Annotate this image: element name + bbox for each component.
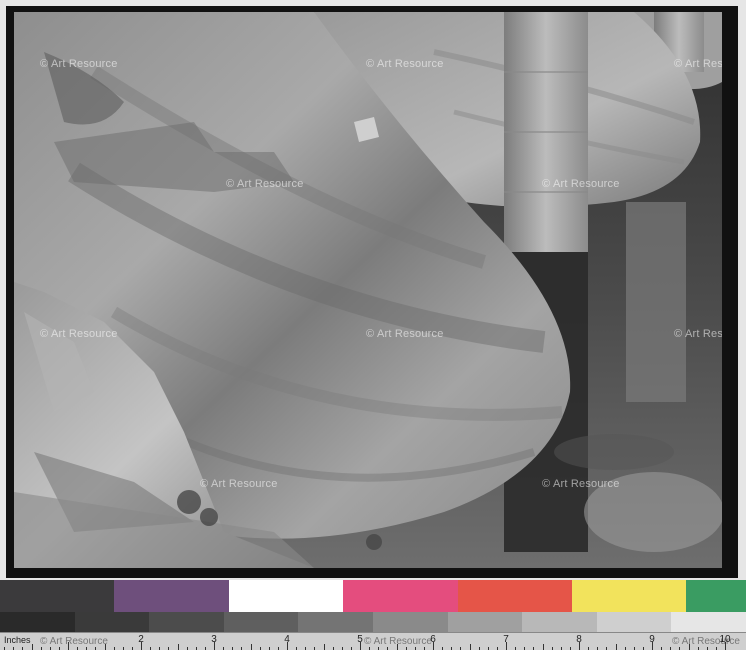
gray-patch: [671, 612, 746, 632]
ruler-tick: [506, 642, 507, 650]
inch-ruler: Inches © Art Resource © Art Resource © A…: [0, 632, 746, 650]
ruler-tick: [214, 642, 215, 650]
ruler-tick: [323, 644, 325, 650]
ruler-tick: [31, 644, 33, 650]
watermark: © Art Resource: [542, 178, 620, 190]
ruler-tick: [396, 644, 398, 650]
gray-patch: [0, 612, 75, 632]
ruler-tick: [141, 642, 142, 650]
watermark: © Art Resource: [674, 58, 722, 70]
gray-patch: [522, 612, 597, 632]
watermark: © Art Resource: [366, 328, 444, 340]
grayscale-calibration-bar: [0, 612, 746, 632]
color-patch: [572, 580, 686, 612]
ruler-tick: [433, 642, 434, 650]
gray-patch: [74, 612, 150, 632]
gray-patch: [149, 612, 224, 632]
ruler-tick: [104, 644, 106, 650]
gray-patch: [223, 612, 299, 632]
ruler-tick: [287, 642, 288, 650]
ruler-label: Inches: [4, 635, 31, 645]
color-patch: [229, 580, 343, 612]
color-patch: [0, 580, 114, 612]
gray-patch: [447, 612, 523, 632]
ruler-tick: [542, 644, 544, 650]
watermark: © Art Resource: [40, 58, 118, 70]
color-patch: [686, 580, 746, 612]
ruler-tick: [615, 644, 617, 650]
watermark: © Art Resource: [674, 328, 722, 340]
color-calibration-bar: [0, 580, 746, 612]
ruler-tick: [68, 642, 69, 650]
ruler-tick: [360, 642, 361, 650]
ruler-tick: [177, 644, 179, 650]
watermark: © Art Resource: [366, 58, 444, 70]
ruler-tick: [725, 642, 726, 650]
gray-patch: [372, 612, 448, 632]
ruler-tick: [652, 642, 653, 650]
gray-patch: [596, 612, 672, 632]
ruler-tick: [250, 644, 252, 650]
color-patch: [114, 580, 229, 612]
watermark: © Art Resource: [40, 636, 108, 647]
watermark: © Art Resource: [226, 178, 304, 190]
color-patch: [458, 580, 572, 612]
color-patch: [343, 580, 458, 612]
ruler-tick: [688, 644, 690, 650]
scan-frame: © Art Resource © Art Resource © Art Reso…: [0, 0, 746, 650]
watermark: © Art Resource: [200, 478, 278, 490]
watermark: © Art Resource: [364, 636, 432, 647]
ruler-tick: [579, 642, 580, 650]
ruler-tick: [469, 644, 471, 650]
dam-photograph: © Art Resource © Art Resource © Art Reso…: [14, 12, 722, 568]
watermark: © Art Resource: [40, 328, 118, 340]
watermark: © Art Resource: [542, 478, 620, 490]
gray-patch: [298, 612, 373, 632]
